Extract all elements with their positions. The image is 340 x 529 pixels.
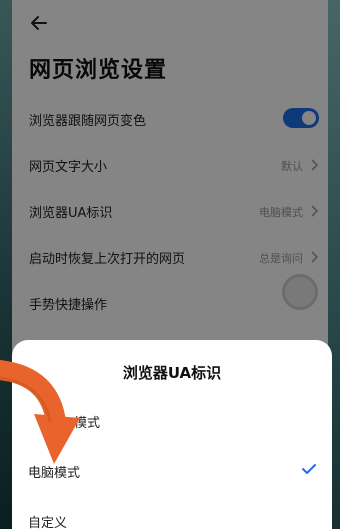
ua-option-custom[interactable]: 自定义 — [28, 510, 318, 529]
pointer-arrow-icon — [0, 360, 80, 464]
screen: 网页浏览设置 浏览器跟随网页变色 网页文字大小 默认 浏览器UA标识 电脑模式 … — [0, 0, 340, 529]
option-label: 自定义 — [28, 516, 68, 529]
checkmark-icon — [302, 464, 316, 474]
